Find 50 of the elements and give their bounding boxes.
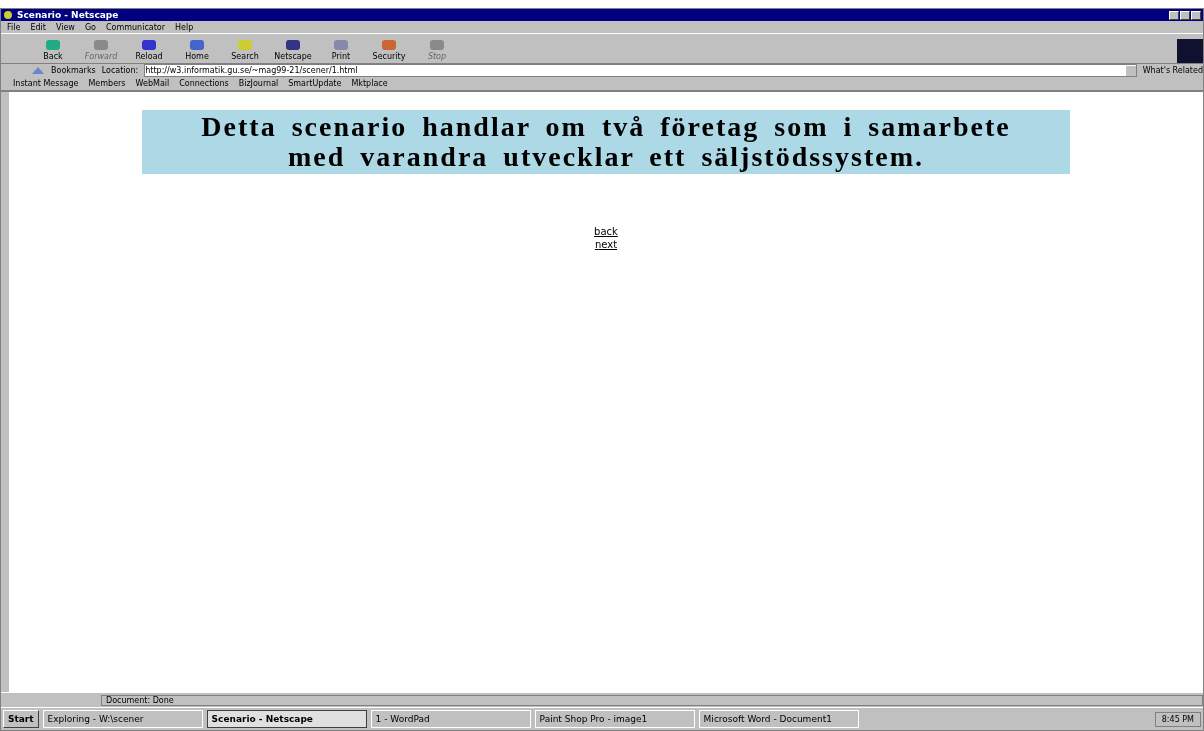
menu-item[interactable]: Help [175, 22, 194, 32]
minimize-button[interactable] [1169, 10, 1179, 20]
location-label: Location: [101, 66, 139, 75]
personal-toolbar-item[interactable]: WebMail [135, 79, 170, 88]
taskbar-button[interactable]: 1 - WordPad [370, 710, 531, 728]
personal-toolbar-item[interactable]: Instant Message [13, 79, 79, 88]
toolbar-button[interactable]: Security [365, 38, 413, 63]
toolbar-icon [428, 38, 446, 52]
bookmarks-button[interactable]: Bookmarks [51, 66, 96, 75]
maximize-button[interactable] [1180, 10, 1190, 20]
toolbar-button[interactable]: Search [221, 38, 269, 63]
page-heading: Detta scenario handlar om två företag som i samarbete med varandra utvecklar ett säljstödssystem. [142, 110, 1070, 174]
personal-toolbar-item[interactable]: BizJournal [238, 79, 279, 88]
toolbar-icon [44, 38, 62, 52]
personal-toolbar-item[interactable]: Members [88, 79, 126, 88]
personal-toolbar-item[interactable]: Mktplace [351, 79, 388, 88]
personal-toolbar-item[interactable]: SmartUpdate [288, 79, 342, 88]
taskbar-button[interactable]: Microsoft Word - Document1 [698, 710, 859, 728]
toolbar-button[interactable]: Back [29, 38, 77, 63]
page-link[interactable]: next [594, 239, 618, 250]
toolbar-icon [140, 38, 158, 52]
toolbar-button[interactable]: Reload [125, 38, 173, 63]
menu-item[interactable]: Go [84, 22, 96, 32]
toolbar-icon [380, 38, 398, 52]
toolbar-button[interactable]: Home [173, 38, 221, 63]
toolbar-icon [236, 38, 254, 52]
logo-icon [1177, 39, 1203, 63]
status-text: Document: Done [101, 694, 1203, 706]
toolbar-icon [284, 38, 302, 52]
toolbar-icon [92, 38, 110, 52]
toolbar-icon [188, 38, 206, 52]
menu-item[interactable]: Edit [30, 22, 46, 32]
menu-item[interactable]: File [7, 22, 21, 32]
window-title: Scenario - Netscape [17, 10, 119, 20]
menu-item[interactable]: View [55, 22, 75, 32]
taskbar-button[interactable]: Exploring - W:\scener [42, 710, 203, 728]
related-button[interactable]: What's Related [1142, 66, 1203, 75]
taskbar-button[interactable]: Scenario - Netscape [206, 710, 367, 728]
toolbar-button[interactable]: Print [317, 38, 365, 63]
personal-toolbar-item[interactable]: Connections [179, 79, 229, 88]
taskbar-button[interactable]: Paint Shop Pro - image1 [534, 710, 695, 728]
app-icon [3, 10, 13, 20]
start-button[interactable]: Start [3, 710, 39, 728]
menu-item[interactable]: Communicator [105, 22, 166, 32]
page-link[interactable]: back [594, 226, 618, 237]
close-button[interactable] [1191, 10, 1201, 20]
clock: 8:45 PM [1154, 711, 1201, 727]
toolbar-button[interactable]: Netscape [269, 38, 317, 63]
toolbar-icon [332, 38, 350, 52]
url-field[interactable]: http://w3.informatik.gu.se/~mag99-21/scener/1.html [144, 64, 1137, 77]
